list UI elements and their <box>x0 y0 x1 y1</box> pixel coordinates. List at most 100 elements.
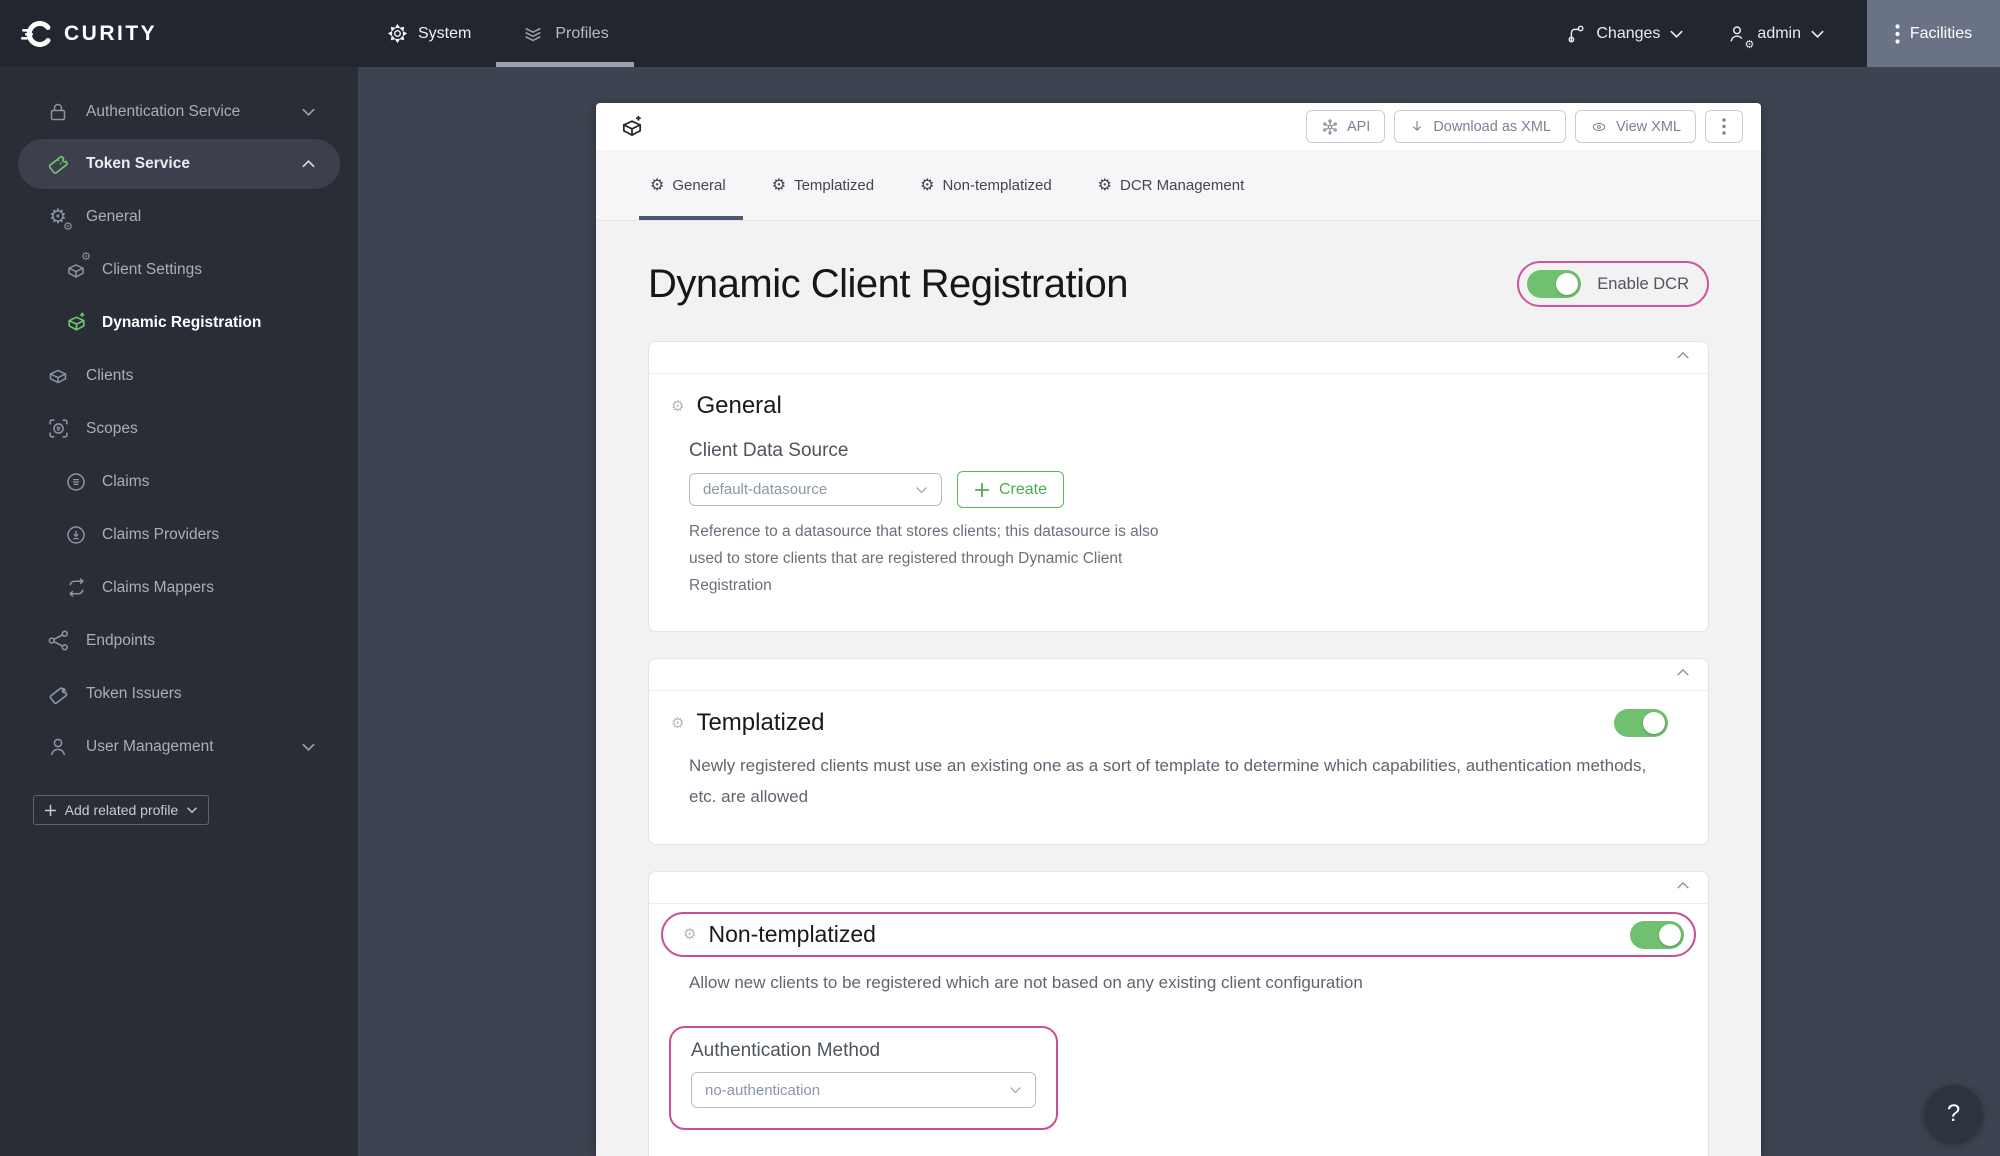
top-navigation: System Profiles <box>362 0 635 67</box>
help-button-label: ? <box>1946 1099 1961 1127</box>
sidebar-item-label: Dynamic Registration <box>102 313 262 331</box>
sidebar-item-token-issuers[interactable]: Token Issuers <box>0 667 358 720</box>
section-templatized: ⚙ Templatized Newly registered clients m… <box>648 658 1709 845</box>
sidebar-item-label: Authentication Service <box>86 102 241 120</box>
section-general-header: ⚙ General <box>671 392 1668 420</box>
profile-card: API Download as XML View XML ⚙ General ⚙… <box>596 103 1761 1156</box>
help-button[interactable]: ? <box>1925 1085 1982 1142</box>
sidebar-item-client-settings[interactable]: ⚙ Client Settings <box>0 243 358 296</box>
section-non-templatized: ⚙ Non-templatized Allow new clients to b… <box>648 871 1709 1156</box>
enable-dcr-toggle[interactable] <box>1527 270 1582 298</box>
api-button-label: API <box>1346 118 1371 135</box>
collapse-chevron-up-icon[interactable] <box>1676 351 1690 360</box>
chevron-down-icon <box>915 486 928 494</box>
templatized-description: Newly registered clients must use an exi… <box>689 756 1647 806</box>
tab-templatized[interactable]: ⚙ Templatized <box>770 150 876 220</box>
enable-dcr-control: Enable DCR <box>1517 261 1709 307</box>
nav-tab-label: Profiles <box>555 24 609 42</box>
create-datasource-button[interactable]: Create <box>957 471 1065 508</box>
changes-menu[interactable]: Changes <box>1565 22 1684 46</box>
templatized-toggle[interactable] <box>1614 709 1668 737</box>
topbar-right: Changes ⚙ admin Facilities <box>1565 0 2000 67</box>
sidebar-item-endpoints[interactable]: Endpoints <box>0 614 358 667</box>
chevron-up-icon <box>301 159 316 169</box>
section-collapse-strip <box>649 872 1708 904</box>
client-data-source-value: default-datasource <box>703 481 828 498</box>
download-xml-label: Download as XML <box>1433 118 1551 135</box>
add-related-profile-button[interactable]: Add related profile <box>33 795 209 825</box>
non-templatized-toggle[interactable] <box>1630 920 1684 949</box>
api-nodes-icon <box>1323 118 1337 135</box>
page-title: Dynamic Client Registration <box>648 261 1129 306</box>
gear-icon: ⚙ <box>920 175 935 194</box>
section-title: Templatized <box>696 709 825 736</box>
lock-icon <box>45 100 71 124</box>
sidebar-item-scopes[interactable]: Scopes <box>0 402 358 455</box>
sidebar: Authentication Service Token Service ⚙ ⚙ … <box>0 67 358 1156</box>
facilities-button[interactable]: Facilities <box>1867 0 2000 67</box>
gear-icon: ⚙ <box>771 175 787 194</box>
sidebar-item-label: Scopes <box>86 419 138 437</box>
download-xml-button[interactable]: Download as XML <box>1394 110 1566 143</box>
plus-icon <box>975 482 989 497</box>
non-templatized-description: Allow new clients to be registered which… <box>689 973 1363 992</box>
section-templatized-body: ⚙ Templatized Newly registered clients m… <box>649 691 1708 844</box>
profiles-layers-icon <box>525 27 542 41</box>
sidebar-item-user-management[interactable]: User Management <box>0 720 358 773</box>
nav-tab-system[interactable]: System <box>362 0 496 67</box>
client-data-source-select[interactable]: default-datasource <box>689 473 942 506</box>
cube-plus-icon <box>63 310 89 335</box>
curity-logo[interactable]: CURITY <box>20 19 157 49</box>
more-options-button[interactable] <box>1705 110 1743 143</box>
topbar: CURITY System Profiles Changes ⚙ admin F… <box>0 0 2000 67</box>
sidebar-item-dynamic-registration[interactable]: Dynamic Registration <box>0 296 358 349</box>
section-collapse-strip <box>649 342 1708 374</box>
sidebar-item-claims-mappers[interactable]: Claims Mappers <box>0 561 358 614</box>
tab-label: Non-templatized <box>942 176 1052 194</box>
chevron-down-icon <box>1811 30 1824 38</box>
gear-icon <box>387 23 408 44</box>
branch-icon <box>1568 25 1584 42</box>
toggle-knob <box>1643 712 1665 734</box>
api-button[interactable]: API <box>1305 110 1386 143</box>
authentication-method-select[interactable]: no-authentication <box>691 1072 1036 1108</box>
tab-non-templatized[interactable]: ⚙ Non-templatized <box>918 150 1054 220</box>
sidebar-item-clients[interactable]: Clients <box>0 349 358 402</box>
chevron-down-icon <box>1670 30 1684 38</box>
claims-mapper-icon <box>63 575 89 600</box>
admin-user-icon: ⚙ <box>1726 22 1754 50</box>
title-row: Dynamic Client Registration Enable DCR <box>648 261 1709 307</box>
chevron-down-icon <box>187 807 198 814</box>
sidebar-item-token-service[interactable]: Token Service <box>18 139 340 189</box>
view-xml-label: View XML <box>1615 118 1681 135</box>
sidebar-item-label: Clients <box>86 366 134 384</box>
sidebar-item-claims-providers[interactable]: Claims Providers <box>0 508 358 561</box>
collapse-chevron-up-icon[interactable] <box>1676 668 1690 677</box>
collapse-chevron-up-icon[interactable] <box>1676 881 1690 890</box>
sidebar-item-label: Token Service <box>86 155 190 172</box>
gear-icon: ⚙ <box>671 713 685 732</box>
scope-icon <box>45 416 71 441</box>
admin-user-menu[interactable]: ⚙ admin <box>1726 22 1825 50</box>
gears-icon: ⚙ ⚙ <box>49 203 73 233</box>
view-xml-button[interactable]: View XML <box>1574 110 1696 143</box>
sidebar-item-general[interactable]: ⚙ ⚙ General <box>0 190 358 243</box>
non-templatized-highlighted-header: ⚙ Non-templatized <box>661 912 1696 957</box>
share-icon <box>45 628 71 653</box>
sidebar-item-label: User Management <box>86 737 214 755</box>
nav-tab-profiles[interactable]: Profiles <box>496 0 635 67</box>
sidebar-item-label: Token Issuers <box>86 684 182 702</box>
section-templatized-header: ⚙ Templatized <box>671 709 1668 737</box>
nav-tab-label: System <box>418 24 472 42</box>
client-data-source-row: default-datasource Create <box>689 471 1668 508</box>
sidebar-item-label: Client Settings <box>102 260 202 278</box>
tab-general[interactable]: ⚙ General <box>639 150 743 220</box>
card-header: API Download as XML View XML <box>596 103 1761 150</box>
tab-dcr-management[interactable]: ⚙ DCR Management <box>1096 150 1247 220</box>
admin-label: admin <box>1757 24 1801 42</box>
brand-name: CURITY <box>64 21 158 45</box>
toggle-knob <box>1659 923 1681 946</box>
sidebar-item-authentication-service[interactable]: Authentication Service <box>0 85 358 138</box>
sidebar-item-claims[interactable]: Claims <box>0 455 358 508</box>
changes-label: Changes <box>1596 24 1661 42</box>
